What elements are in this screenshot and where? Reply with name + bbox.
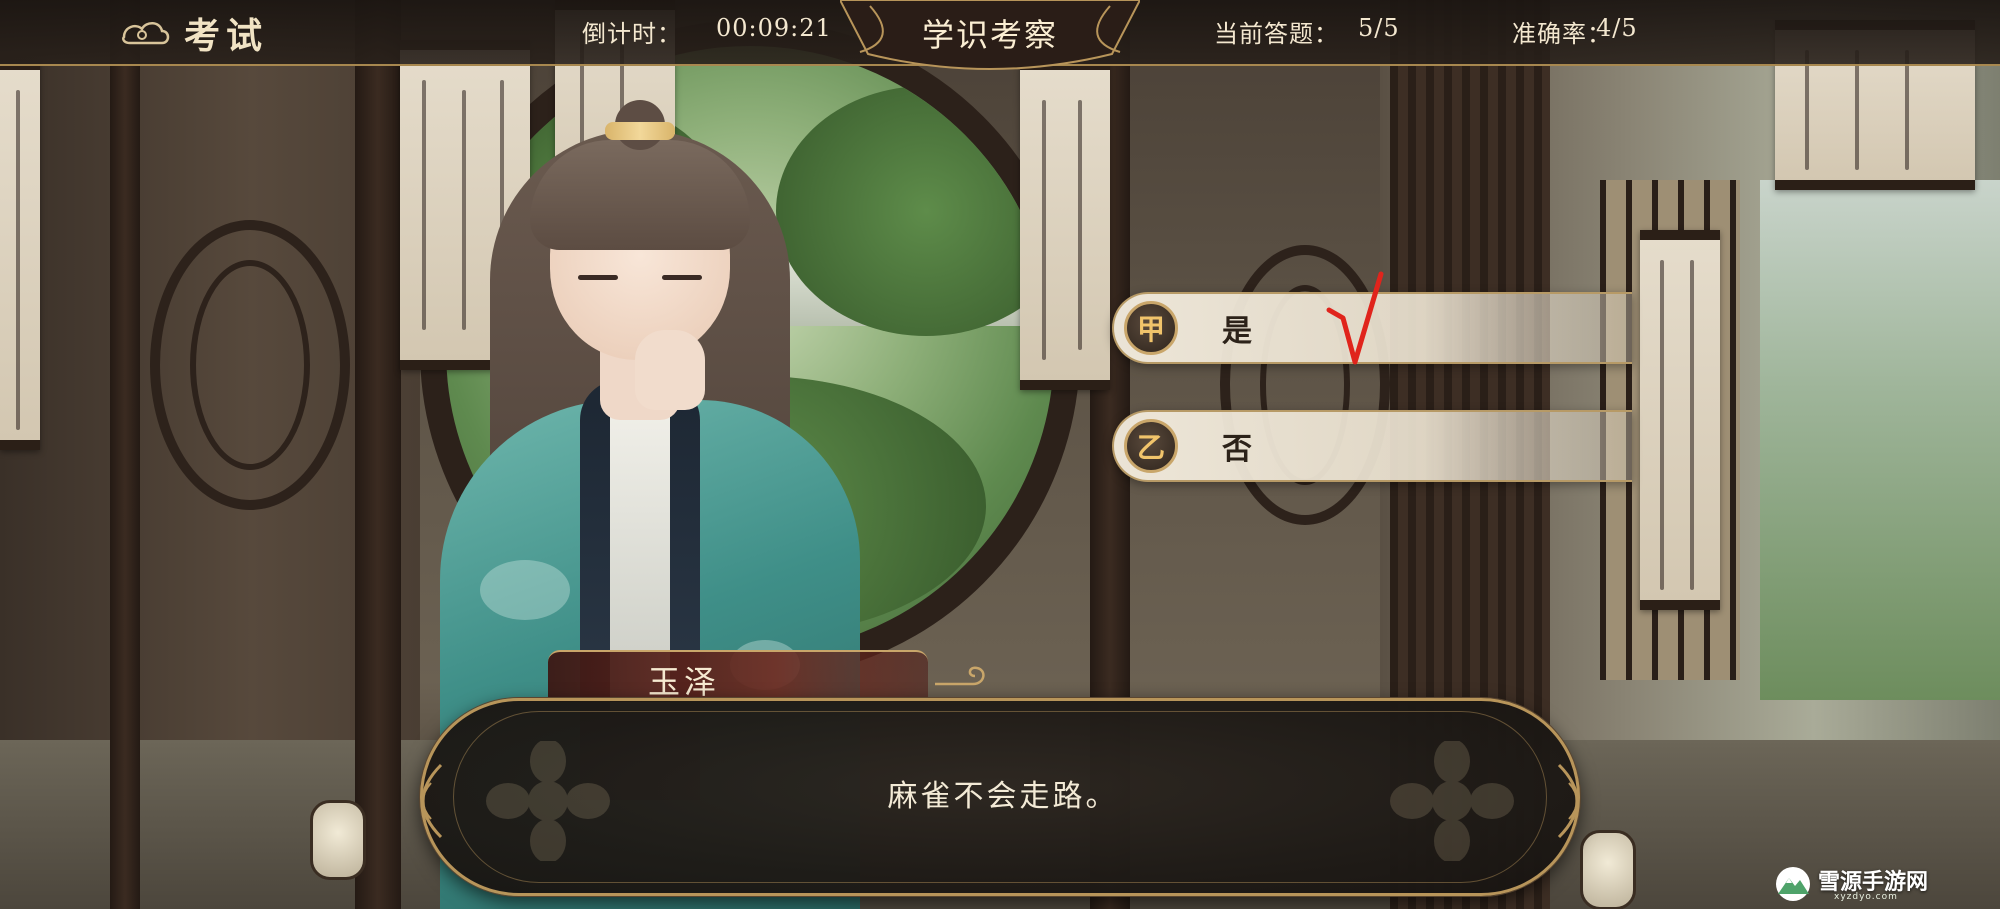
cloud-curl-icon xyxy=(935,666,985,686)
site-watermark: 雪源手游网 xyzdyo.com xyxy=(1770,862,1992,906)
lantern xyxy=(1580,830,1636,909)
page-title: 考试 xyxy=(184,15,269,57)
speaker-name: 玉泽 xyxy=(648,663,721,701)
pillar xyxy=(110,0,140,909)
garden-window xyxy=(1760,180,2000,700)
cloud-swirl-icon xyxy=(120,17,172,49)
dialogue-text: 麻雀不会走路。 xyxy=(887,779,1119,814)
option-badge: 乙 xyxy=(1124,419,1178,473)
quiz-title: 学识考察 xyxy=(921,16,1058,54)
answer-option-no[interactable]: 乙 否 xyxy=(1112,410,1632,482)
quiz-title-banner: 学识考察 xyxy=(840,0,1140,74)
hanging-calligraphy-scroll xyxy=(1020,60,1110,390)
watermark-subtext: xyzdyo.com xyxy=(1834,892,1898,902)
hanging-calligraphy-scroll xyxy=(0,60,40,450)
option-label: 否 xyxy=(1222,432,1252,467)
accuracy-value: 4/5 xyxy=(1596,14,1638,42)
countdown-value: 00:09:21 xyxy=(716,14,832,42)
lattice-circle-left xyxy=(150,220,350,510)
speaker-name-plate: 玉泽 xyxy=(548,650,988,702)
countdown-label: 倒计时： xyxy=(582,20,682,48)
lantern xyxy=(310,800,366,880)
current-question-value: 5/5 xyxy=(1358,14,1400,42)
option-badge: 甲 xyxy=(1124,301,1178,355)
current-question-label: 当前答题： xyxy=(1214,20,1339,48)
option-label: 是 xyxy=(1222,314,1252,349)
pillar xyxy=(355,0,401,909)
mountain-logo-icon xyxy=(1776,867,1810,901)
back-button[interactable]: 考试 xyxy=(120,10,269,57)
check-mark-icon xyxy=(1326,271,1384,365)
dialogue-box[interactable]: 麻雀不会走路。 xyxy=(420,698,1580,896)
hanging-calligraphy-scroll xyxy=(1640,230,1720,610)
